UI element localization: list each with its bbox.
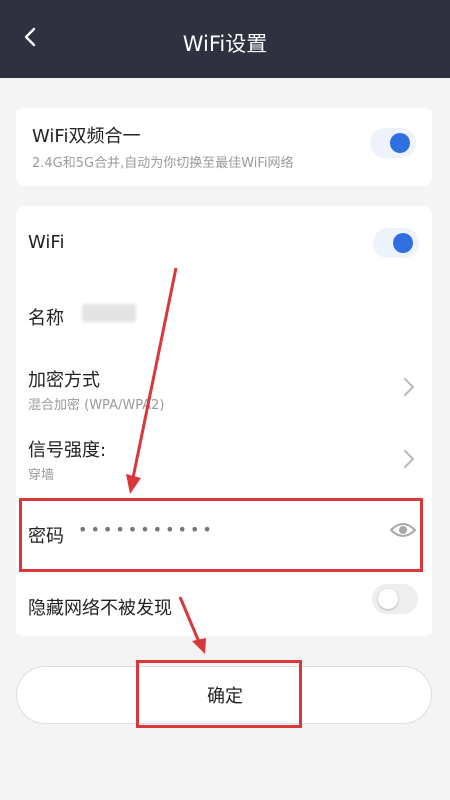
annotation-arrow-line — [131, 267, 178, 479]
annotation-arrows — [126, 267, 206, 654]
annotation-arrowhead — [126, 474, 141, 494]
annotation-arrowhead — [192, 638, 206, 654]
annotation-arrow-line — [178, 596, 201, 643]
